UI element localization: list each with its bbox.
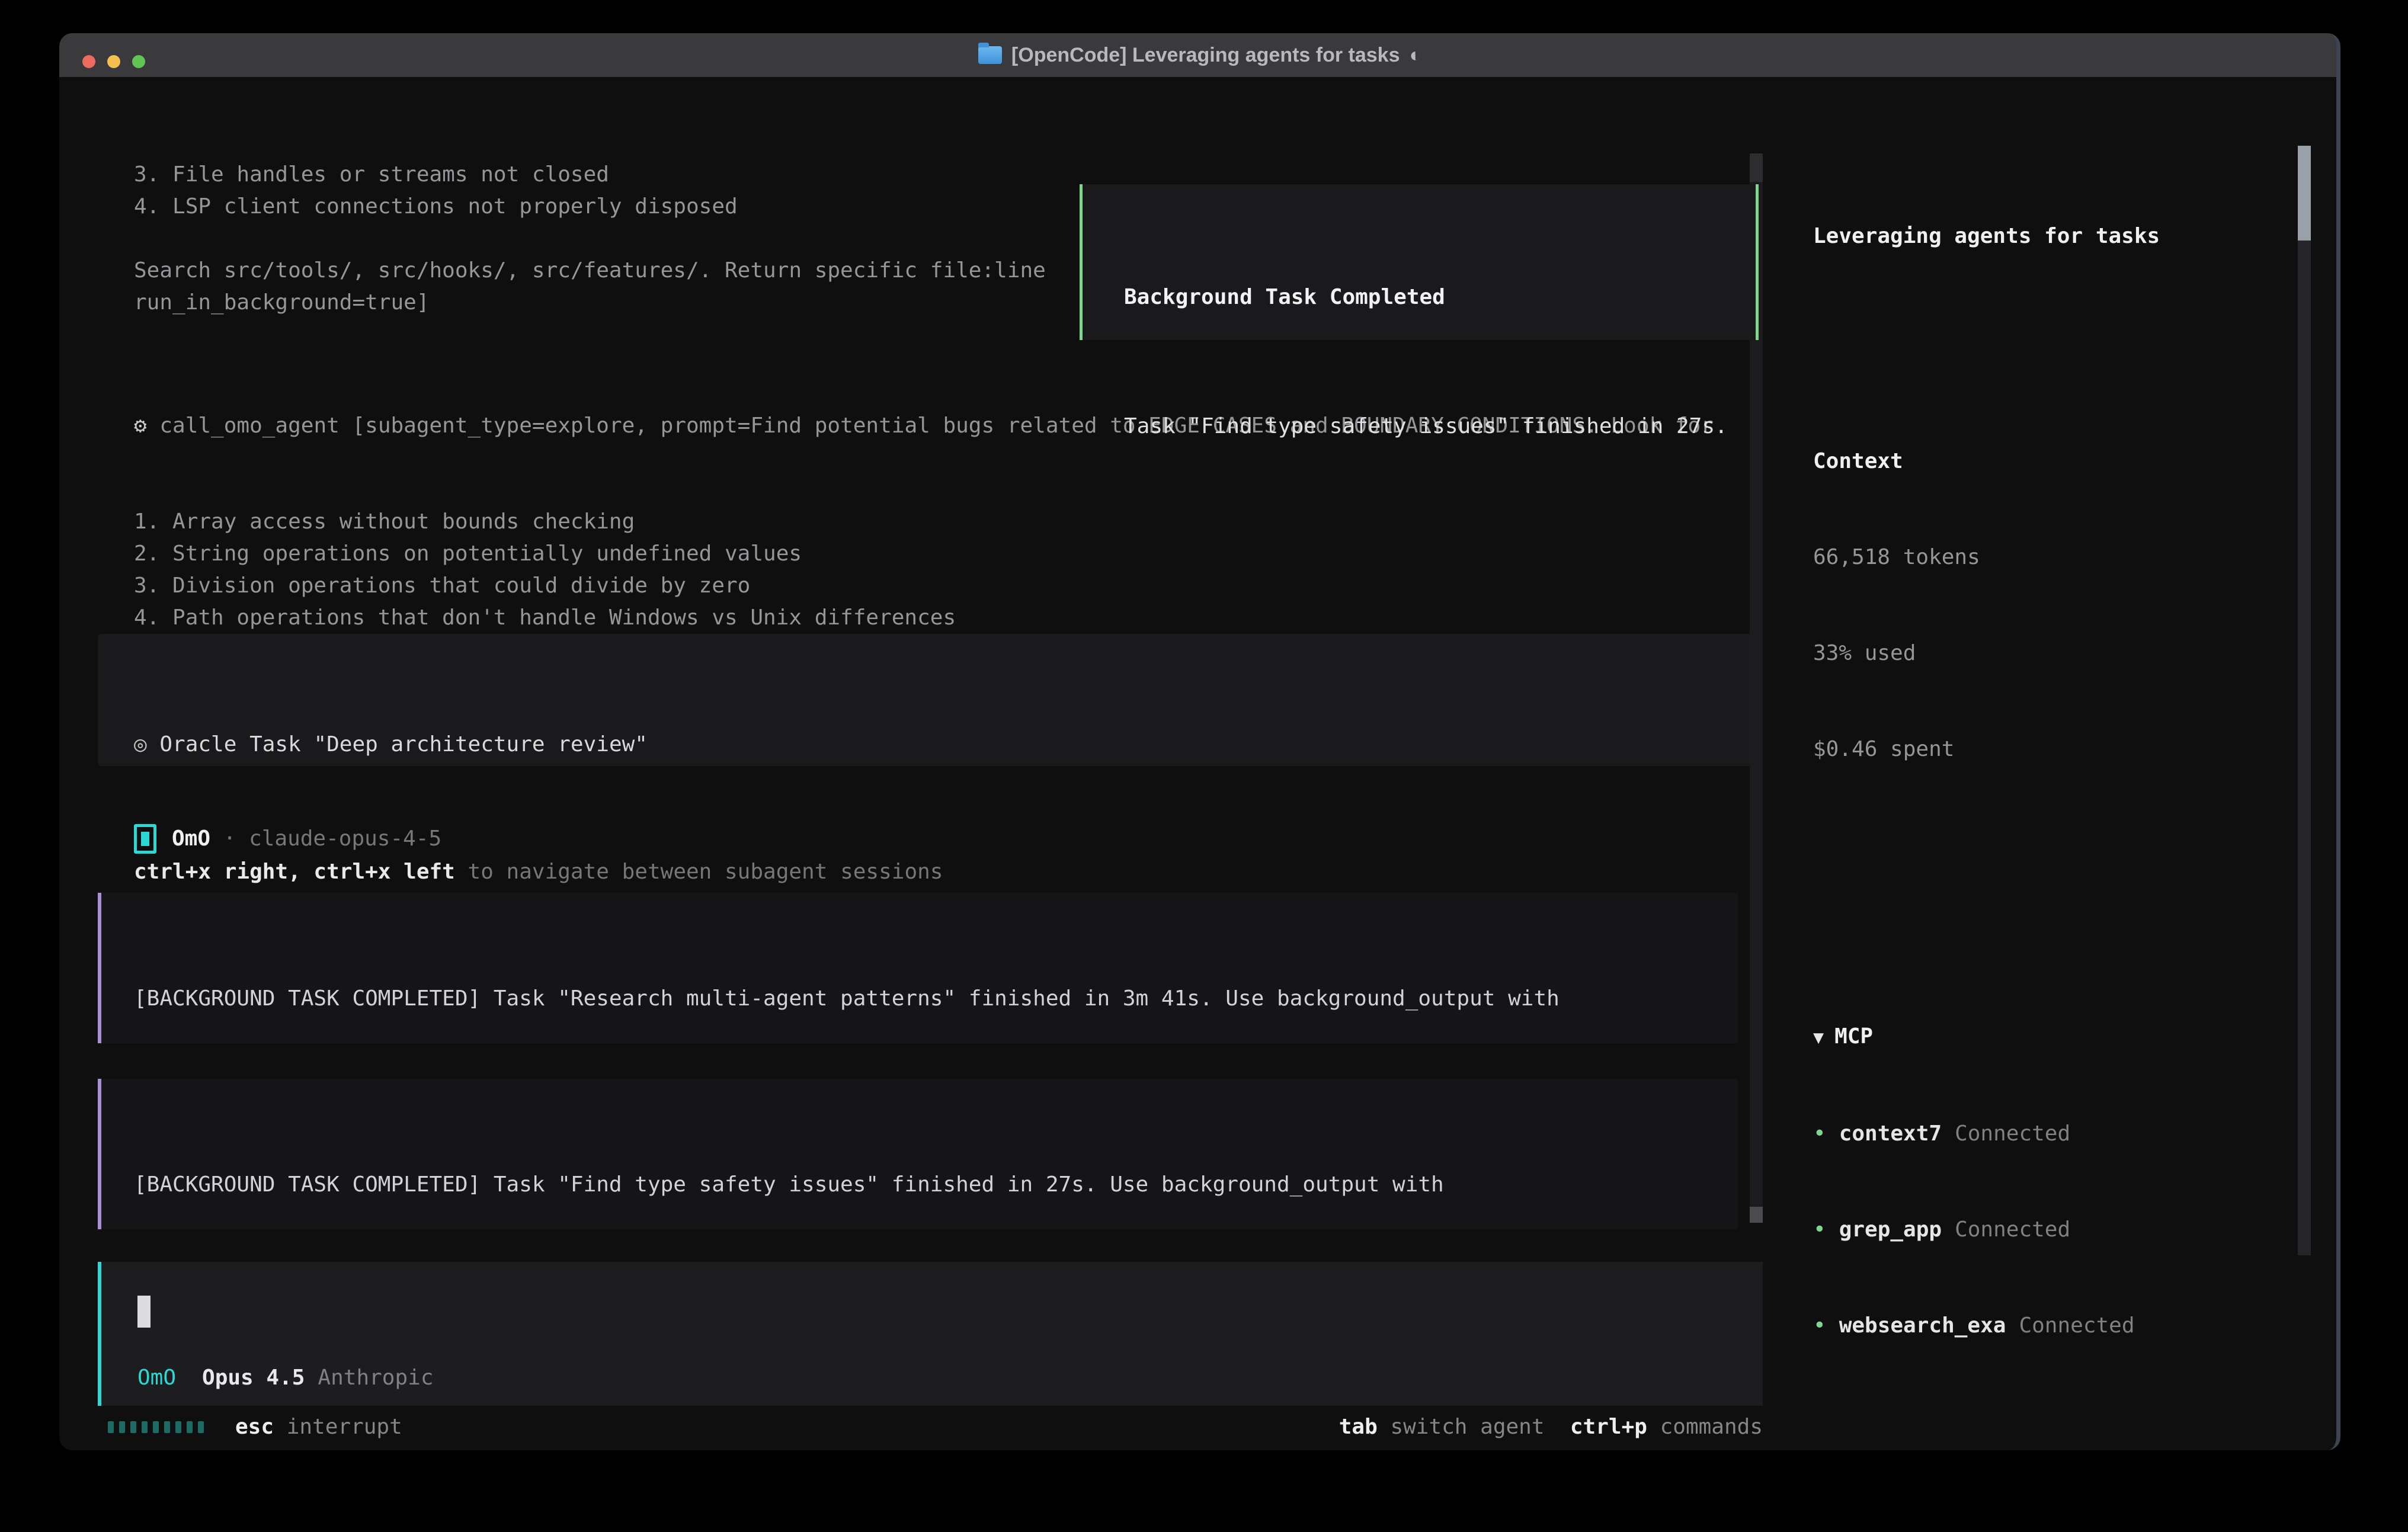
opencode-window: [OpenCode] Leveraging agents for tasks ◐… [59, 33, 2340, 1450]
titlebar: [OpenCode] Leveraging agents for tasks ◐ [59, 33, 2340, 77]
message-line: [BACKGROUND TASK COMPLETED] Task "Find t… [134, 1169, 1738, 1201]
main-scrollbar-thumb[interactable] [1750, 153, 1763, 182]
text-cursor [137, 1296, 150, 1328]
session-title: Leveraging agents for tasks [1813, 220, 2305, 252]
activity-dots-icon [108, 1421, 204, 1433]
background-task-message: [BACKGROUND TASK COMPLETED] Task "Resear… [98, 893, 1738, 1043]
status-bar: esc interrupt tab switch agent ctrl+p co… [98, 1411, 1763, 1443]
tab-hint: tab switch agent [1339, 1411, 1545, 1443]
context-spent: $0.46 spent [1813, 733, 2305, 765]
status-right: tab switch agent ctrl+p commands [1339, 1411, 1763, 1443]
message-line: [BACKGROUND TASK COMPLETED] Task "Resear… [134, 983, 1738, 1015]
mcp-item: •websearch_exaConnected [1813, 1310, 2305, 1342]
status-left: esc interrupt [98, 1411, 402, 1443]
terminal-output-top: 3. File handles or streams not closed4. … [134, 159, 1046, 319]
sidebar-scrollbar[interactable] [2298, 146, 2311, 1255]
agent-model: · claude-opus-4-5 [210, 823, 441, 855]
context-tokens: 66,518 tokens [1813, 541, 2305, 573]
omo-agent-icon [134, 824, 156, 854]
mcp-item: •grep_appConnected [1813, 1214, 2305, 1246]
agent-header: OmO · claude-opus-4-5 [134, 823, 441, 855]
chevron-down-icon: ▼ [1813, 1027, 1824, 1048]
bullet-icon: • [1813, 1313, 1826, 1338]
context-section: Context 66,518 tokens 33% used $0.46 spe… [1813, 382, 2305, 829]
input-agent-name: OmO [137, 1362, 176, 1394]
folder-icon [978, 46, 1002, 64]
mcp-item: •context7Connected [1813, 1118, 2305, 1150]
message-input[interactable]: OmO Opus 4.5 Anthropic [98, 1262, 1763, 1406]
context-used: 33% used [1813, 637, 2305, 669]
background-task-message: [BACKGROUND TASK COMPLETED] Task "Find t… [98, 1079, 1738, 1229]
close-button[interactable] [82, 55, 95, 68]
window-title: [OpenCode] Leveraging agents for tasks ◐ [978, 33, 1421, 77]
main-scrollbar-thumb[interactable] [1750, 1207, 1763, 1223]
mcp-heading[interactable]: ▼MCP [1813, 1021, 2305, 1054]
minimize-button[interactable] [107, 55, 120, 68]
input-provider-name: Anthropic [318, 1362, 433, 1394]
agent-name: OmO [172, 823, 210, 855]
sidebar-scrollbar-thumb[interactable] [2298, 146, 2311, 241]
esc-hint: esc interrupt [235, 1411, 402, 1443]
oracle-task-title: ◎ Oracle Task "Deep architecture review" [134, 729, 1763, 761]
window-title-text: [OpenCode] Leveraging agents for tasks [1011, 33, 1400, 77]
terminal-content: 3. File handles or streams not closed4. … [59, 77, 2336, 1450]
context-heading: Context [1813, 446, 2305, 477]
notification-body: Task "Find type safety issues" finished … [1124, 411, 1756, 443]
loading-indicator-icon: ◐ [1410, 33, 1422, 77]
bullet-icon: • [1813, 1121, 1826, 1146]
maximize-button[interactable] [132, 55, 145, 68]
bullet-icon: • [1813, 1217, 1826, 1242]
input-meta: OmO Opus 4.5 Anthropic [137, 1362, 434, 1394]
desktop: [OpenCode] Leveraging agents for tasks ◐… [0, 0, 2408, 1532]
subagent-navigation-hint: ctrl+x right, ctrl+x left to navigate be… [134, 856, 1763, 888]
background-task-notification: Background Task Completed Task "Find typ… [1080, 184, 1759, 340]
oracle-task-icon: ◎ [134, 732, 159, 757]
sidebar: Leveraging agents for tasks Context 66,5… [1813, 156, 2305, 1450]
oracle-task-box: ◎ Oracle Task "Deep architecture review"… [98, 634, 1763, 766]
input-model-name: Opus 4.5 [202, 1362, 305, 1394]
window-controls [82, 55, 145, 68]
commands-hint: ctrl+p commands [1545, 1411, 1763, 1443]
mcp-section: ▼MCP •context7Connected •grep_appConnect… [1813, 957, 2305, 1406]
notification-title: Background Task Completed [1124, 281, 1756, 313]
gear-icon: ⚙ [134, 414, 159, 438]
